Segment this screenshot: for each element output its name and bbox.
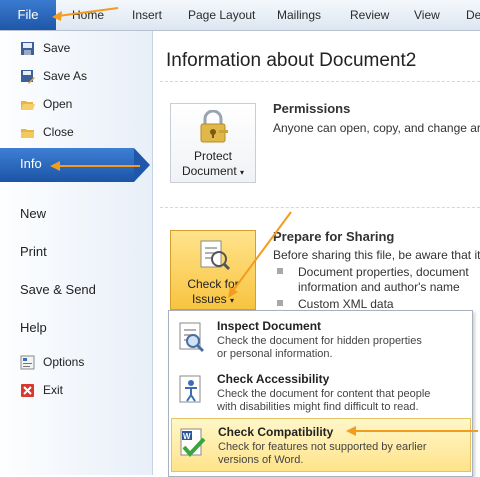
sidebar-item-label: Open: [43, 97, 73, 111]
sidebar-item-print[interactable]: Print: [20, 244, 47, 259]
sidebar-item-exit[interactable]: Exit: [0, 377, 152, 403]
check-for-issues-label-2: Issues ▾: [171, 292, 255, 306]
menu-item-title: Inspect Document: [217, 319, 322, 333]
sidebar-item-save-as[interactable]: Save As: [0, 63, 152, 89]
chevron-down-icon: ▾: [230, 296, 235, 305]
sidebar-item-label: Options: [43, 355, 85, 369]
exit-icon: [21, 384, 34, 397]
sidebar-item-info[interactable]: Info: [0, 148, 150, 182]
menu-item-inspect-document[interactable]: Inspect Document Check the document for …: [171, 313, 469, 365]
tab-file[interactable]: File: [0, 0, 56, 30]
sidebar-item-label: Exit: [43, 383, 64, 397]
lock-key-icon: [200, 110, 228, 143]
bullet-marker: [277, 300, 283, 306]
sidebar-item-open[interactable]: Open: [0, 91, 152, 117]
svg-text:W: W: [183, 432, 191, 441]
permissions-title: Permissions: [273, 101, 351, 116]
compatibility-icon: W: [180, 428, 206, 457]
menu-item-description: Check the document for hidden properties…: [217, 335, 467, 361]
permissions-description: Anyone can open, copy, and change ar: [273, 121, 480, 135]
bullet-marker: [277, 268, 283, 274]
menu-item-description-line: or personal information.: [217, 348, 333, 360]
divider: [160, 207, 480, 208]
ribbon-tab-bar: File Home Insert Page Layout Mailings Re…: [0, 0, 480, 31]
menu-item-description: Check for features not supported by earl…: [218, 441, 468, 467]
protect-document-label-1: Protect: [193, 149, 232, 163]
menu-item-check-accessibility[interactable]: Check Accessibility Check the document f…: [171, 366, 469, 418]
menu-item-description-line: versions of Word.: [218, 454, 304, 466]
sidebar-item-label: Save: [43, 41, 71, 55]
inspect-document-icon: [179, 322, 205, 353]
sidebar-item-label: Close: [43, 125, 74, 139]
options-icon: [20, 355, 35, 370]
tab-home[interactable]: Home: [72, 0, 104, 30]
protect-document-label-text: Document: [181, 164, 237, 178]
sharing-bullet-text: information and author's name: [298, 280, 460, 294]
save-as-icon: [21, 70, 35, 84]
check-for-issues-label-text: Issues: [191, 292, 227, 306]
sidebar-item-label: Info: [20, 156, 42, 171]
tab-review[interactable]: Review: [350, 0, 389, 30]
sidebar-item-help[interactable]: Help: [20, 320, 47, 335]
menu-item-description-line: with disabilities might find difficult t…: [217, 401, 419, 413]
sidebar-item-new[interactable]: New: [20, 206, 46, 221]
open-folder-icon: [21, 101, 35, 110]
prepare-for-sharing-title: Prepare for Sharing: [273, 229, 395, 244]
close-folder-icon: [21, 129, 34, 138]
chevron-down-icon: ▾: [240, 168, 245, 177]
save-icon: [21, 42, 34, 55]
backstage-sidebar: Save Save As Open Close Info New Print S…: [0, 31, 153, 475]
tab-developer[interactable]: De: [466, 0, 480, 30]
check-for-issues-label-1: Check for: [187, 277, 239, 291]
menu-item-description-line: Check the document for hidden properties: [217, 335, 422, 347]
menu-item-title: Check Accessibility: [217, 372, 330, 386]
sidebar-item-options[interactable]: Options: [0, 349, 152, 375]
protect-document-button[interactable]: Protect Document ▾: [170, 103, 256, 183]
divider: [160, 81, 480, 82]
menu-item-check-compatibility[interactable]: W Check Compatibility Check for features…: [171, 418, 471, 472]
menu-item-description: Check the document for content that peop…: [217, 388, 467, 414]
sidebar-item-close[interactable]: Close: [0, 119, 152, 145]
sidebar-item-save-send[interactable]: Save & Send: [20, 282, 96, 297]
checklist-icon: [200, 240, 231, 271]
sidebar-item-save[interactable]: Save: [0, 35, 152, 61]
tab-insert[interactable]: Insert: [132, 0, 162, 30]
tab-mailings[interactable]: Mailings: [277, 0, 321, 30]
menu-item-description-line: Check for features not supported by earl…: [218, 441, 427, 453]
check-for-issues-menu: Inspect Document Check the document for …: [168, 310, 473, 477]
menu-item-title: Check Compatibility: [218, 425, 334, 439]
sharing-bullet-text: Custom XML data: [298, 297, 394, 311]
prepare-for-sharing-description: Before sharing this file, be aware that …: [273, 248, 480, 262]
tab-page-layout[interactable]: Page Layout: [188, 0, 255, 30]
menu-item-description-line: Check the document for content that peop…: [217, 388, 431, 400]
protect-document-label-2: Document ▾: [171, 164, 255, 178]
sharing-bullet-text: Document properties, document: [298, 265, 469, 279]
check-for-issues-button[interactable]: Check for Issues ▾: [170, 230, 256, 310]
page-title: Information about Document2: [166, 50, 417, 71]
accessibility-icon: [179, 375, 201, 403]
sidebar-item-label: Save As: [43, 69, 88, 83]
tab-view[interactable]: View: [414, 0, 440, 30]
